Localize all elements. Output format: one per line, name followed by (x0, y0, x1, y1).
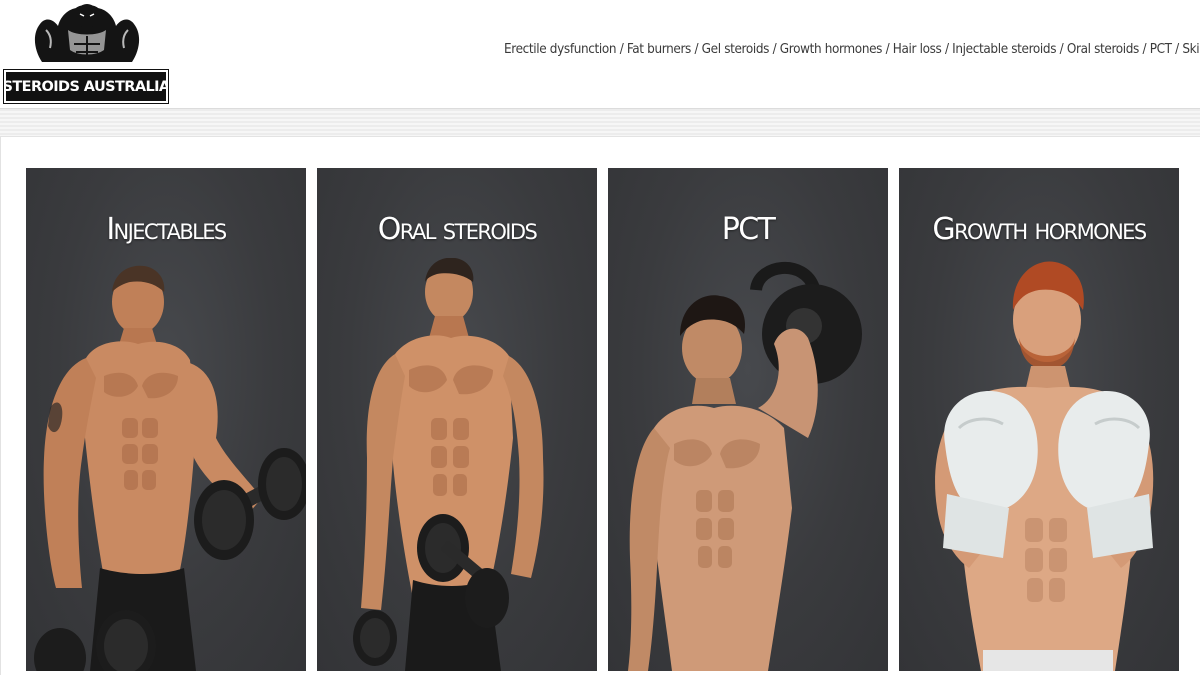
header-divider-band (0, 108, 1200, 138)
category-card-oral-steroids[interactable]: Oral steroids (317, 168, 597, 671)
nav-separator-text: / (1142, 42, 1147, 57)
category-card-growth-hormones[interactable]: Growth hormones (899, 168, 1179, 671)
main-nav: Erectile dysfunction / Fat burners / Gel… (504, 42, 1200, 66)
nav-item-oral-steroids[interactable]: Oral steroids (1067, 42, 1140, 57)
nav-item-skin[interactable]: Skin (1182, 42, 1200, 57)
category-card-injectables[interactable]: Injectables (26, 168, 306, 671)
nav-separator: / (773, 42, 780, 57)
nav-item-erectile-dysfunction[interactable]: Erectile dysfunction (504, 42, 617, 57)
logo-text: STEROIDS AUSTRALIA (2, 78, 171, 95)
nav-item-gel-steroids[interactable]: Gel steroids (702, 42, 770, 57)
nav-separator: / (1142, 42, 1149, 57)
nav-item-fat-burners[interactable]: Fat burners (627, 42, 691, 57)
nav-separator-text: / (944, 42, 949, 57)
logo-plate: STEROIDS AUSTRALIA (2, 69, 171, 104)
card-title: Growth hormones (932, 212, 1147, 247)
nav-item-hair-loss[interactable]: Hair loss (893, 42, 942, 57)
nav-separator: / (694, 42, 701, 57)
card-title: Injectables (106, 212, 227, 247)
bodybuilder-dumbbell-curl-photo (34, 265, 306, 671)
nav-separator-text: / (1059, 42, 1064, 57)
nav-separator: / (886, 42, 893, 57)
bodybuilder-logo-icon (24, 0, 150, 72)
page: STEROIDS AUSTRALIA Erectile dysfunction … (0, 0, 1200, 675)
boxer-gloves-photo (935, 261, 1154, 671)
nav-item-injectable-steroids[interactable]: Injectable steroids (952, 42, 1056, 57)
card-title: PCT (721, 212, 776, 247)
nav-item-growth-hormones[interactable]: Growth hormones (780, 42, 883, 57)
nav-separator-text: / (772, 42, 777, 57)
nav-separator-text: / (1175, 42, 1179, 57)
nav-separator-text: / (619, 42, 624, 57)
site-logo[interactable]: STEROIDS AUSTRALIA (2, 0, 171, 104)
nav-separator: / (1060, 42, 1067, 57)
nav-item-pct[interactable]: PCT (1150, 42, 1172, 57)
nav-separator: / (620, 42, 627, 57)
card-title: Oral steroids (377, 212, 538, 247)
nav-separator-text: / (885, 42, 890, 57)
man-kettlebell-photo (628, 261, 862, 671)
category-card-pct[interactable]: PCT (608, 168, 888, 671)
site-header: STEROIDS AUSTRALIA Erectile dysfunction … (0, 0, 1200, 108)
bodybuilder-dumbbell-photo (353, 258, 544, 671)
nav-separator-text: / (694, 42, 699, 57)
